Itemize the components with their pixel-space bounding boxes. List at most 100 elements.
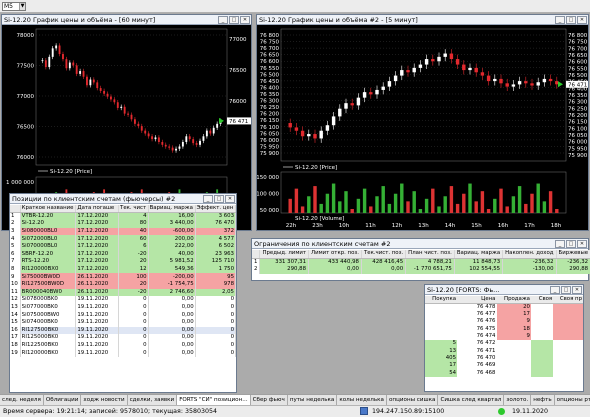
window-titlebar[interactable]: Si-12.20 [FORTS: Фь... _ □ ✕ bbox=[425, 285, 583, 295]
tab-8[interactable]: опционы сишка bbox=[387, 395, 439, 405]
maximize-icon[interactable]: □ bbox=[566, 240, 576, 248]
close-icon[interactable]: ✕ bbox=[240, 16, 250, 24]
orderbook-window[interactable]: Si-12.20 [FORTS: Фь... _ □ ✕ Покупка Цена Пр… bbox=[424, 284, 584, 392]
table-row[interactable]: 1 331 307,31 433 440,98 428 416,45 4 788,21 1… bbox=[252, 258, 590, 266]
column-header[interactable]: Своя bbox=[530, 296, 554, 304]
orderbook-row[interactable]: 17 76 469 bbox=[425, 362, 583, 370]
column-header[interactable]: Предыд. лимит bbox=[259, 250, 310, 259]
tab-11[interactable]: нефть bbox=[531, 395, 555, 405]
tab-3[interactable]: сделки, заявки bbox=[128, 395, 178, 405]
candle-body bbox=[406, 70, 410, 73]
table-row[interactable]: 10 RI127500BW0D 26.11.2020 20 -1 754,75 978 bbox=[10, 280, 237, 289]
table-row[interactable]: 2 Si-12.20 17.12.2020 80 3 440,00 76 470 bbox=[10, 220, 237, 228]
column-header[interactable]: Накоплен. доход bbox=[502, 250, 557, 259]
time-axis-label: 12h bbox=[392, 223, 403, 229]
table-row[interactable]: 12 Si078000BK0 19.11.2020 0 0,00 0 bbox=[10, 296, 237, 304]
table-row[interactable]: 11 BR000040BW0 26.11.2020 -20 2 746,60 2,05 bbox=[10, 288, 237, 297]
table-row[interactable]: 9 Si75000BW0D 26.11.2020 100 -200,00 95 bbox=[10, 273, 237, 281]
minimize-icon[interactable]: _ bbox=[555, 16, 565, 24]
column-header[interactable] bbox=[10, 205, 21, 214]
tab-0[interactable]: след. неделя bbox=[0, 395, 44, 405]
table-row[interactable]: 16 RI127500BK0 19.11.2020 0 0,00 0 bbox=[10, 326, 237, 335]
orderbook-row[interactable]: 405 76 470 bbox=[425, 354, 583, 363]
column-header[interactable]: Эффект. цен bbox=[195, 205, 237, 214]
column-header[interactable]: Вариац. маржа bbox=[148, 205, 196, 214]
window-titlebar[interactable]: Ограничения по клиентским счетам #2 _ □ ✕ bbox=[252, 239, 588, 249]
maximize-icon[interactable]: □ bbox=[229, 16, 239, 24]
minimize-icon[interactable]: _ bbox=[203, 195, 213, 203]
column-header[interactable]: Биржевые bbox=[556, 250, 590, 259]
orderbook-row[interactable]: 76 474 9 bbox=[425, 332, 583, 341]
orderbook-row[interactable]: 76 477 17 bbox=[425, 311, 583, 319]
table-row[interactable]: 18 RI122500BK0 19.11.2020 0 0,00 0 bbox=[10, 341, 237, 350]
minimize-icon[interactable]: _ bbox=[550, 286, 560, 294]
table-row[interactable]: 17 RI125000BK0 19.11.2020 0 0,00 0 bbox=[10, 334, 237, 342]
column-header[interactable]: Дата погаше bbox=[75, 205, 120, 214]
table-row[interactable]: 3 Si080000BL0 17.12.2020 40 -600,00 372 bbox=[10, 227, 237, 236]
volume-bar bbox=[356, 198, 361, 213]
tab-7[interactable]: колы неделька bbox=[337, 395, 387, 405]
window-titlebar[interactable]: Si-12.20 График цены и объёма #2 - [5 ми… bbox=[257, 15, 588, 25]
orderbook-row[interactable]: 76 475 18 bbox=[425, 325, 583, 333]
table-row[interactable]: 19 RI120000BK0 19.11.2020 0 0,00 0 bbox=[10, 349, 237, 357]
maximize-icon[interactable]: □ bbox=[566, 16, 576, 24]
column-header[interactable] bbox=[252, 250, 261, 259]
column-header[interactable]: Краткое название bbox=[20, 205, 77, 214]
column-header[interactable]: Лимит откр. поз. bbox=[308, 250, 362, 259]
table-row[interactable]: 4 Si072000BL0 17.12.2020 60 200,00 4 577 bbox=[10, 235, 237, 243]
table-row[interactable]: 7 RTS-12.20 17.12.2020 20 5 981,52 125 710 bbox=[10, 258, 237, 266]
close-icon[interactable]: ✕ bbox=[225, 195, 235, 203]
chart-window-5min[interactable]: Si-12.20 График цены и объёма #2 - [5 ми… bbox=[256, 14, 589, 231]
orderbook-row[interactable]: 13 76 471 bbox=[425, 347, 583, 355]
candle-body bbox=[65, 59, 68, 69]
tab-4[interactable]: FORTS "СИ" позицион... bbox=[177, 395, 251, 405]
table-row[interactable]: 1 VTBR-12.20 17.12.2020 4 16,00 3 603 bbox=[10, 212, 237, 221]
column-header[interactable]: Своя пр bbox=[553, 296, 583, 304]
table-row[interactable]: 14 Si075000BW0 19.11.2020 0 0,00 0 bbox=[10, 311, 237, 319]
column-header[interactable]: Тек.чист. поз. bbox=[361, 250, 407, 259]
column-header[interactable]: План чист. поз. bbox=[405, 250, 455, 259]
tab-2[interactable]: ходж новости bbox=[81, 395, 128, 405]
candle-body bbox=[205, 130, 208, 137]
window-titlebar[interactable]: Позиции по клиентским счетам (фьючерсы) … bbox=[10, 194, 236, 204]
price-volume-chart[interactable]: 76 80076 75076 70076 65076 60076 55076 5… bbox=[257, 25, 588, 230]
column-header[interactable]: Покупка bbox=[425, 296, 458, 304]
column-header[interactable]: Тек. чист bbox=[118, 205, 149, 214]
price-tick-label-right: 76 500 bbox=[568, 73, 588, 79]
tab-6[interactable]: путы неделька bbox=[288, 395, 338, 405]
column-header[interactable]: Вариац. маржа bbox=[454, 250, 504, 259]
minimize-icon[interactable]: _ bbox=[218, 16, 228, 24]
positions-window[interactable]: Позиции по клиентским счетам (фьючерсы) … bbox=[9, 193, 237, 393]
orderbook-row[interactable]: 5 76 472 bbox=[425, 340, 583, 348]
table-row[interactable]: 5 Si070000BL0 17.12.2020 6 222,00 6 502 bbox=[10, 242, 237, 251]
maximize-icon[interactable]: □ bbox=[214, 195, 224, 203]
close-icon[interactable]: ✕ bbox=[577, 16, 587, 24]
column-header[interactable]: Цена bbox=[457, 296, 497, 304]
last-price-label: 76 471 bbox=[229, 119, 248, 125]
tab-12[interactable]: опционы ртс bbox=[555, 395, 590, 405]
close-icon[interactable]: ✕ bbox=[577, 240, 587, 248]
candle-body bbox=[455, 59, 460, 65]
table-row[interactable]: 2 290,88 0,00 0,00 -1 770 651,75 102 554,55 -1… bbox=[252, 266, 590, 274]
minimize-icon[interactable]: _ bbox=[555, 240, 565, 248]
close-icon[interactable]: ✕ bbox=[572, 286, 582, 294]
window-titlebar[interactable]: Si-12.20 График цены и объёма - [60 мину… bbox=[2, 15, 251, 25]
tab-5[interactable]: Сбер фьюч bbox=[251, 395, 288, 405]
orderbook-row[interactable]: 76 478 20 bbox=[425, 303, 583, 311]
tab-10[interactable]: золото. bbox=[504, 395, 532, 405]
tab-9[interactable]: Сишка след квартал bbox=[438, 395, 505, 405]
tab-1[interactable]: Облигации bbox=[44, 395, 82, 405]
maximize-icon[interactable]: □ bbox=[561, 286, 571, 294]
column-header[interactable]: Продажа bbox=[496, 296, 531, 304]
chevron-down-icon[interactable]: ▼ bbox=[19, 3, 25, 10]
table-row[interactable]: 8 RI120000BX0 17.12.2020 12 549,36 1 750 bbox=[10, 265, 237, 274]
limits-window[interactable]: Ограничения по клиентским счетам #2 _ □ ✕ … bbox=[251, 238, 590, 281]
orderbook-row[interactable]: 76 476 9 bbox=[425, 318, 583, 326]
volume-bar bbox=[338, 201, 342, 213]
table-row[interactable]: 13 Si077000BK0 19.11.2020 0 0,00 0 bbox=[10, 303, 237, 312]
candle-body bbox=[79, 71, 82, 74]
orderbook-row[interactable]: 54 76 468 bbox=[425, 369, 583, 377]
table-row[interactable]: 15 Si074000BK0 19.11.2020 0 0,00 0 bbox=[10, 318, 237, 327]
timeframe-select[interactable]: M5 ▼ bbox=[2, 2, 26, 11]
table-row[interactable]: 6 SBRF-12.20 17.12.2020 -20 40,00 23 963 bbox=[10, 250, 237, 259]
